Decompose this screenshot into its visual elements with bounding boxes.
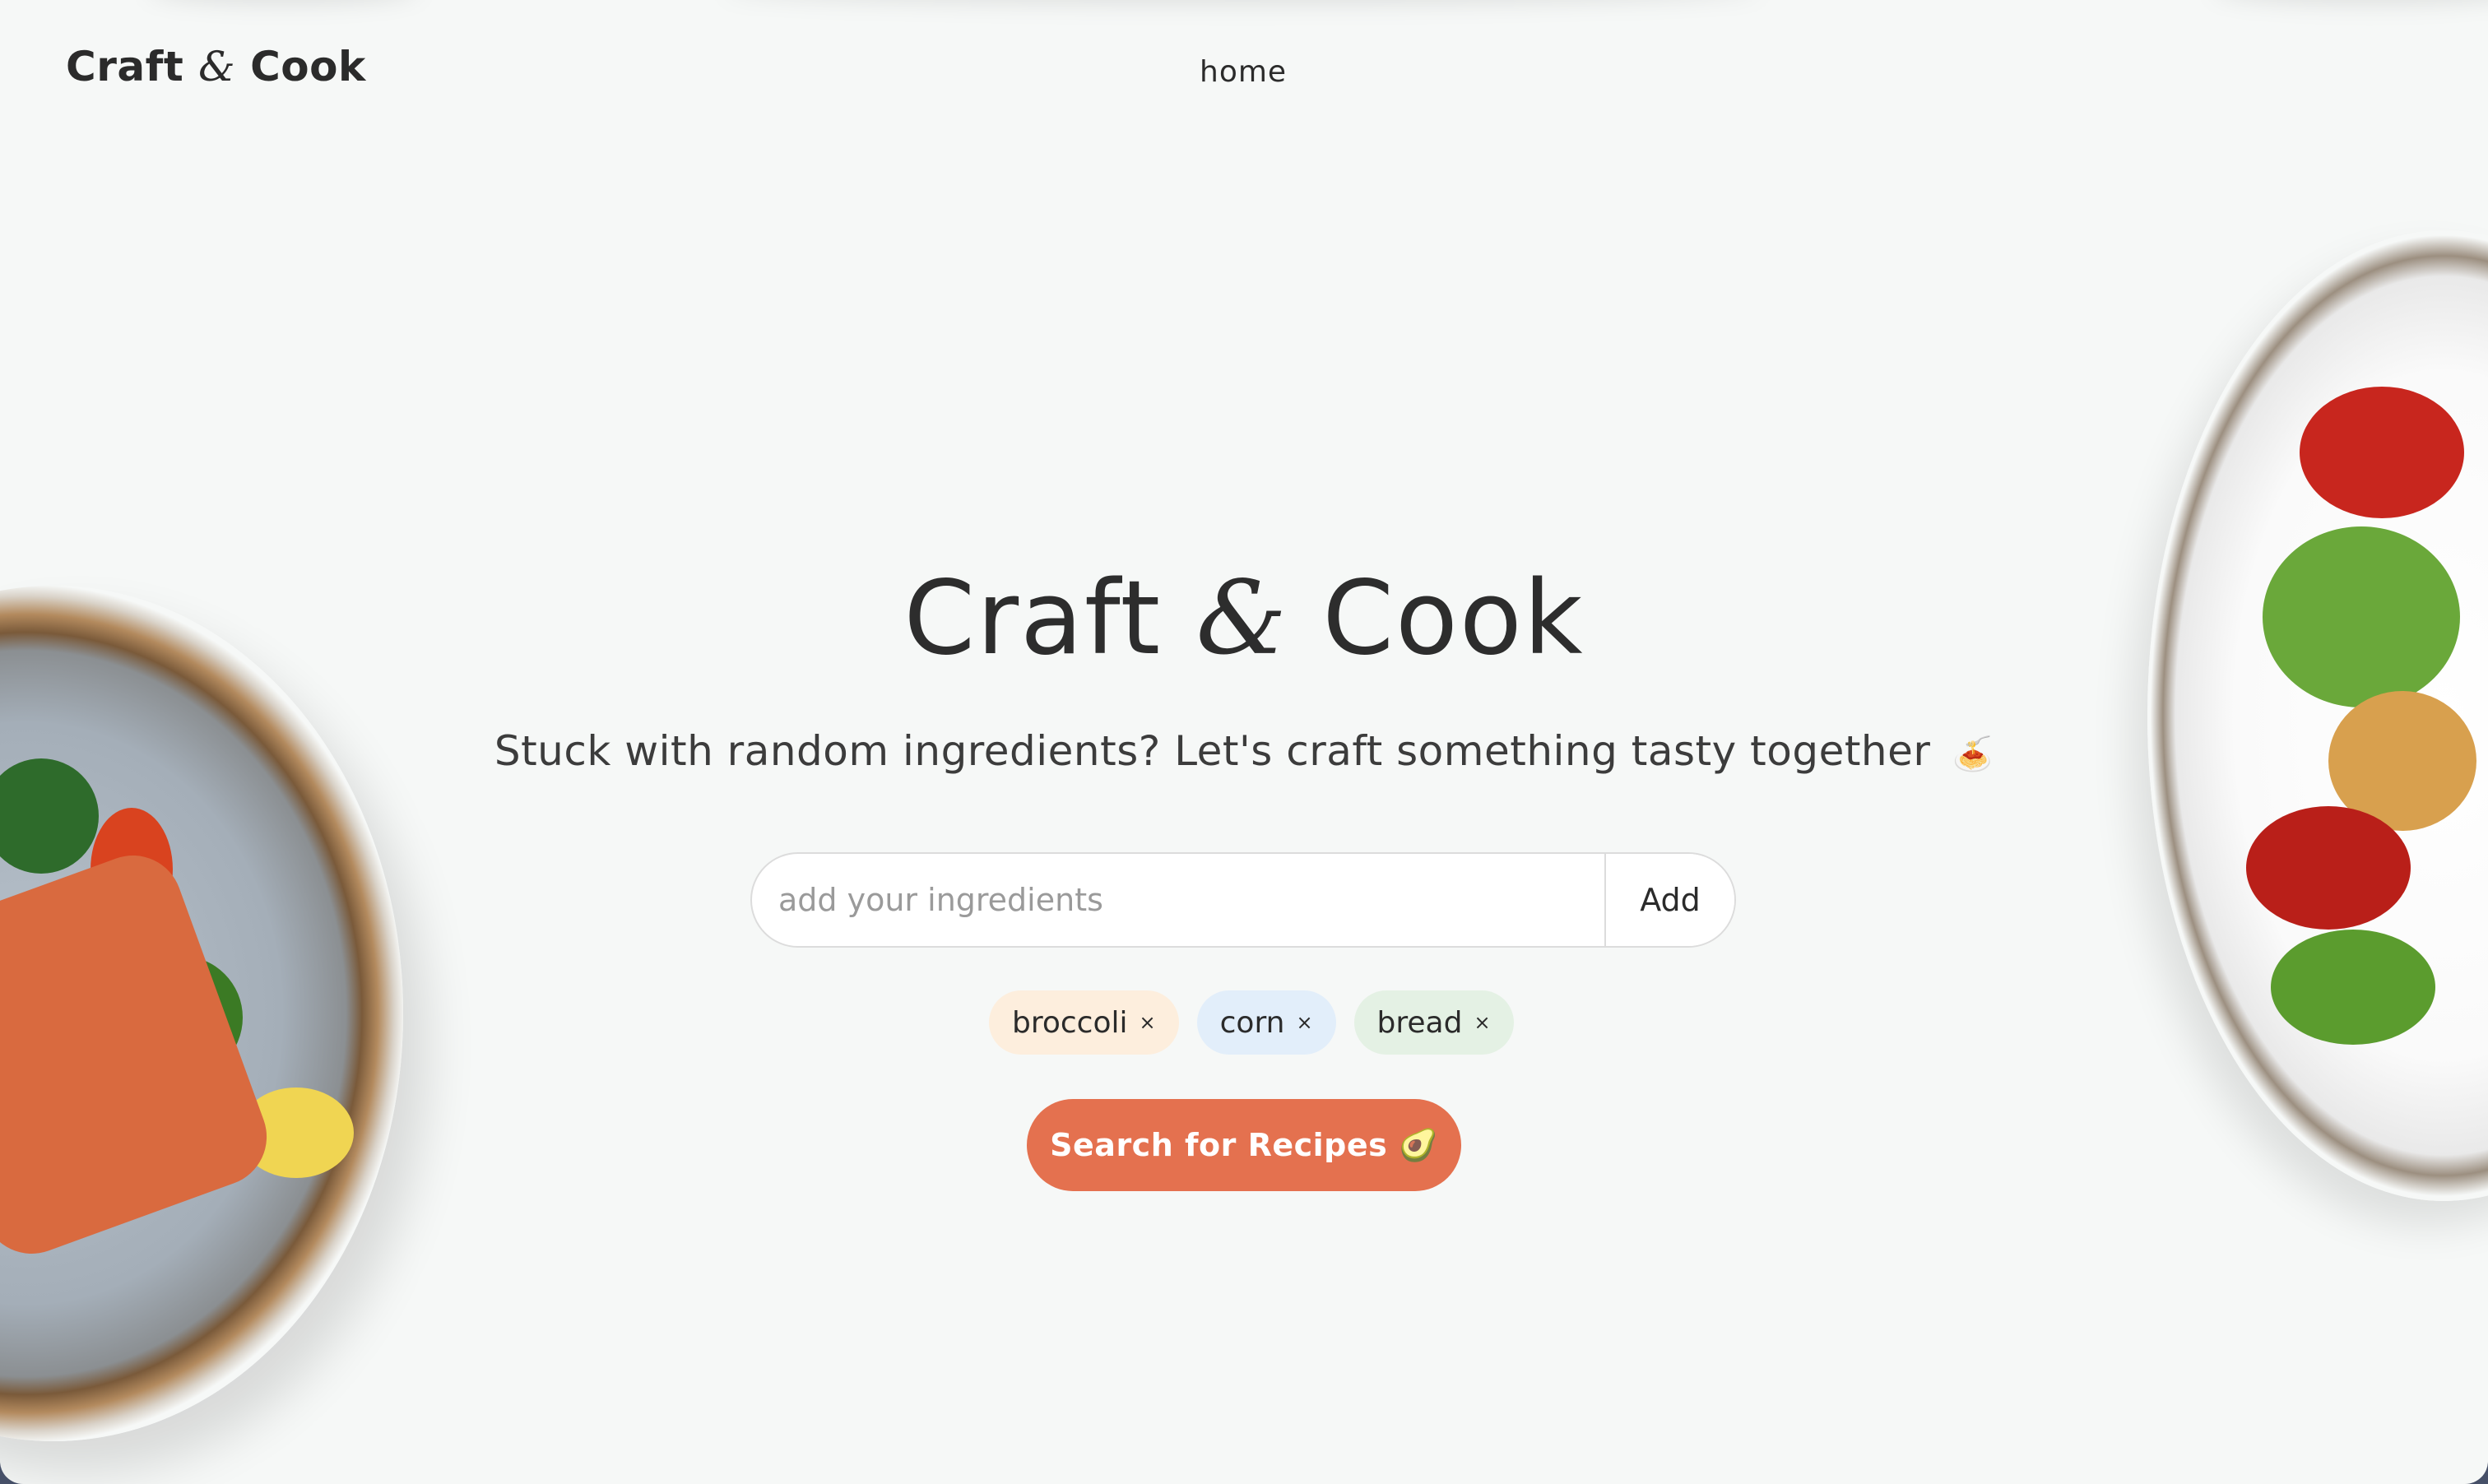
ingredient-chip-label: corn (1219, 1005, 1285, 1040)
ingredient-chip-label: broccoli (1012, 1005, 1128, 1040)
salad-bowl-image (2147, 230, 2488, 1201)
lettuce-decoration (2271, 930, 2435, 1045)
brand-name-right: Cook (250, 43, 366, 90)
ingredient-chip-label: bread (1376, 1005, 1463, 1040)
ingredient-input[interactable] (752, 854, 1604, 946)
hero-subtitle-text: Stuck with random ingredients? Let's cra… (494, 727, 1931, 775)
ingredient-chip: corn × (1196, 990, 1336, 1055)
hero-title: Craft & Cook (0, 559, 2488, 678)
salmon-decoration (0, 842, 281, 1268)
brand-logo[interactable]: Craft & Cook (66, 43, 366, 90)
hero-title-ampersand: & (1195, 559, 1288, 678)
tomato-decoration (2246, 806, 2411, 930)
spaghetti-emoji-icon: 🍝 (1952, 735, 1994, 773)
salmon-plate-image (0, 586, 403, 1441)
broccoli-decoration (0, 758, 99, 874)
tomato-decoration (2300, 387, 2464, 518)
hero-title-left: Craft (903, 559, 1163, 678)
remove-chip-close-icon[interactable]: × (1140, 1011, 1156, 1034)
top-shadow-decoration (148, 0, 420, 3)
remove-chip-close-icon[interactable]: × (1296, 1011, 1312, 1034)
hero-subtitle: Stuck with random ingredients? Let's cra… (0, 727, 2488, 775)
ingredient-chip-list: broccoli × corn × bread × (989, 990, 1514, 1055)
brand-name-left: Craft (66, 43, 184, 90)
top-shadow-decoration (724, 0, 1761, 3)
remove-chip-close-icon[interactable]: × (1474, 1011, 1490, 1034)
hero-title-right: Cook (1322, 559, 1585, 678)
app-window: Craft & Cook home Craft & Cook Stuck wit… (0, 0, 2488, 1484)
ingredient-chip: bread × (1353, 990, 1514, 1055)
add-ingredient-button[interactable]: Add (1604, 854, 1734, 946)
brand-ampersand: & (198, 43, 236, 90)
top-shadow-decoration (2213, 0, 2488, 3)
nav-home-link[interactable]: home (1200, 55, 1287, 89)
ingredient-search-bar: Add (750, 852, 1736, 948)
ingredient-chip: broccoli × (989, 990, 1179, 1055)
search-recipes-button[interactable]: Search for Recipes 🥑 (1027, 1099, 1461, 1191)
